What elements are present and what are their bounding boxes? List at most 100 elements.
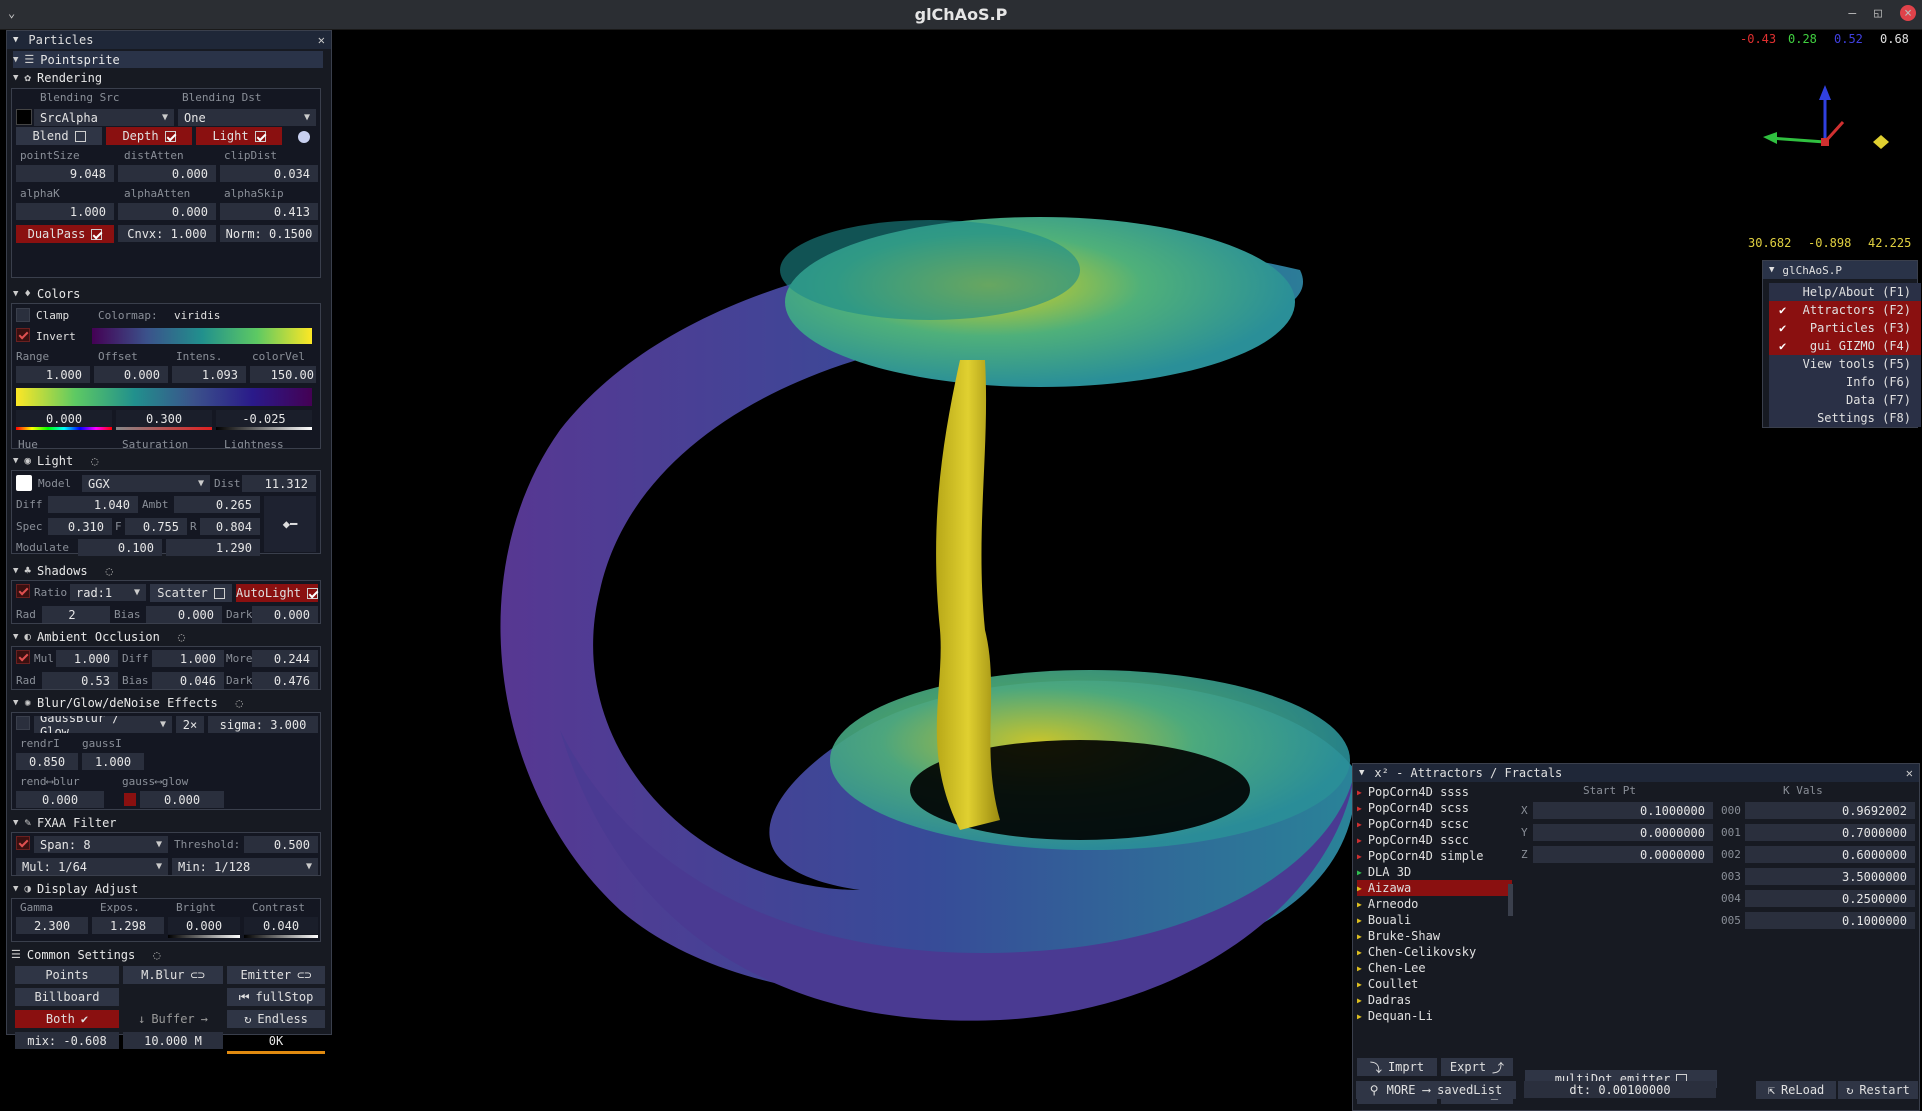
f-field[interactable]: 0.755 xyxy=(125,518,187,535)
menu-item-2[interactable]: ✔ Particles (F3) xyxy=(1769,319,1921,337)
dist-atten-field[interactable]: 0.000 xyxy=(118,165,216,182)
shadows-enable-checkbox[interactable] xyxy=(16,584,30,598)
list-item[interactable]: ▶ Aizawa xyxy=(1357,880,1512,896)
comment-icon[interactable]: ◌ xyxy=(91,454,98,468)
bright-slider-bar[interactable] xyxy=(168,935,240,938)
start-point-field[interactable]: 0.0000000 xyxy=(1533,824,1713,841)
ao-more-field[interactable]: 0.244 xyxy=(252,650,318,667)
menu-item-3[interactable]: ✔ gui GIZMO (F4) xyxy=(1769,337,1921,355)
list-item[interactable]: ▶ PopCorn4D sscc xyxy=(1357,832,1512,848)
list-item[interactable]: ▶ PopCorn4D simple xyxy=(1357,848,1512,864)
k-value-field[interactable]: 0.2500000 xyxy=(1745,890,1915,907)
menu-item-7[interactable]: Settings (F8) xyxy=(1769,409,1921,427)
cnvx-field[interactable]: Cnvx: 1.000 xyxy=(118,225,216,242)
depth-checkbox[interactable] xyxy=(164,130,176,142)
list-item[interactable]: ▶ Chen-Lee xyxy=(1357,960,1512,976)
menu-item-6[interactable]: Data (F7) xyxy=(1769,391,1921,409)
mul-select[interactable]: Mul: 1/64 xyxy=(16,858,168,875)
ratio-select[interactable]: rad:1 xyxy=(70,584,146,601)
ao-rad-field[interactable]: 0.53 xyxy=(42,672,118,689)
ao-dark-field[interactable]: 0.476 xyxy=(252,672,318,689)
ao-bias-field[interactable]: 0.046 xyxy=(152,672,224,689)
blur-mode-select[interactable]: GaussBlur / Glow xyxy=(34,716,172,733)
saturation-field[interactable]: 0.300 xyxy=(116,410,212,427)
close-icon[interactable]: ✕ xyxy=(1906,766,1913,780)
list-item[interactable]: ▶ Arneodo xyxy=(1357,896,1512,912)
list-item[interactable]: ▶ Dadras xyxy=(1357,992,1512,1008)
restore-icon[interactable]: ◱ xyxy=(1874,6,1882,21)
list-item[interactable]: ▶ Bruke-Shaw xyxy=(1357,928,1512,944)
section-display-adjust[interactable]: ▼ ◑ Display Adjust xyxy=(13,880,323,897)
colormap-preview-bar[interactable] xyxy=(92,328,312,344)
section-ambient-occlusion[interactable]: ▼ ◐ Ambient Occlusion ◌ xyxy=(13,628,323,645)
list-item[interactable]: ▶ Coullet xyxy=(1357,976,1512,992)
fxaa-enable-checkbox[interactable] xyxy=(16,836,30,850)
more-savedlist-button[interactable]: ⚲ MORE ⟶ savedList xyxy=(1356,1081,1516,1099)
shadow-rad-field[interactable]: 2 xyxy=(42,606,110,623)
particles-header[interactable]: ▼ Particles ✕ xyxy=(7,31,331,49)
light-checkbox[interactable] xyxy=(254,130,266,142)
menu-item-4[interactable]: View tools (F5) xyxy=(1769,355,1921,373)
emitter-button[interactable]: Emitter ⊂⊃ xyxy=(227,966,325,984)
color-vel-field[interactable]: 150.00 xyxy=(250,366,316,383)
comment-icon[interactable]: ◌ xyxy=(236,696,243,710)
render-viewport[interactable]: -0.43 0.28 0.52 0.68 30.682 -0.898 42.22… xyxy=(0,30,1922,1111)
list-item[interactable]: ▶ PopCorn4D scsc xyxy=(1357,816,1512,832)
dist-field[interactable]: 11.312 xyxy=(242,475,316,492)
list-item[interactable]: ▶ PopCorn4D scss xyxy=(1357,800,1512,816)
close-icon[interactable]: × xyxy=(1900,5,1916,21)
lightness-field[interactable]: -0.025 xyxy=(216,410,312,427)
window-menu-icon[interactable]: ⌄ xyxy=(8,6,15,20)
section-shadows[interactable]: ▼ ♣ Shadows ◌ xyxy=(13,562,323,579)
shadow-bias-field[interactable]: 0.000 xyxy=(146,606,222,623)
rend-blur-field[interactable]: 0.000 xyxy=(16,791,104,808)
fullstop-button[interactable]: ⏮ fullStop xyxy=(227,988,325,1006)
section-colors[interactable]: ▼ ♦ Colors xyxy=(13,285,323,302)
hue-field[interactable]: 0.000 xyxy=(16,410,112,427)
list-item[interactable]: ▶ Bouali xyxy=(1357,912,1512,928)
gauss-i-field[interactable]: 1.000 xyxy=(82,753,144,770)
light-radio-icon[interactable] xyxy=(298,131,310,143)
section-blur-glow[interactable]: ▼ ✺ Blur/Glow/deNoise Effects ◌ xyxy=(13,694,323,711)
r-field[interactable]: 0.804 xyxy=(200,518,260,535)
section-rendering[interactable]: ▼ ✿ Rendering xyxy=(13,69,323,86)
particle-count-field[interactable]: 10.000 M xyxy=(123,1032,223,1049)
hue-slider-bar[interactable] xyxy=(16,427,112,430)
dualpass-checkbox[interactable] xyxy=(91,228,103,240)
list-item[interactable]: ▶ PopCorn4D ssss xyxy=(1357,784,1512,800)
autolight-toggle[interactable]: AutoLight xyxy=(236,584,318,602)
blend-checkbox[interactable] xyxy=(74,130,86,142)
list-scrollbar[interactable] xyxy=(1508,884,1513,916)
ao-mul-field[interactable]: 1.000 xyxy=(56,650,118,667)
autolight-checkbox[interactable] xyxy=(307,587,318,599)
point-size-field[interactable]: 9.048 xyxy=(16,165,114,182)
colormap-gradient-bar[interactable] xyxy=(16,388,312,406)
attractors-header[interactable]: ▼ x² - Attractors / Fractals ✕ xyxy=(1353,764,1919,782)
restart-button[interactable]: ↻ Restart xyxy=(1838,1081,1918,1099)
k-value-field[interactable]: 0.7000000 xyxy=(1745,824,1915,841)
range-field[interactable]: 1.000 xyxy=(16,366,90,383)
menu-item-5[interactable]: Info (F6) xyxy=(1769,373,1921,391)
reload-button[interactable]: ⇱ ReLoad xyxy=(1756,1081,1836,1099)
alpha-atten-field[interactable]: 0.000 xyxy=(118,203,216,220)
light-color-swatch[interactable] xyxy=(16,475,32,491)
min-select[interactable]: Min: 1/128 xyxy=(172,858,318,875)
bright-field[interactable]: 0.000 xyxy=(168,917,240,934)
blend-toggle[interactable]: Blend xyxy=(16,127,102,145)
minimize-icon[interactable]: – xyxy=(1848,6,1856,21)
expos-field[interactable]: 1.298 xyxy=(92,917,164,934)
blend-dst-select[interactable]: One xyxy=(178,109,316,126)
light-toggle[interactable]: Light xyxy=(196,127,282,145)
sigma-field[interactable]: sigma: 3.000 xyxy=(208,716,318,733)
threshold-field[interactable]: 0.500 xyxy=(244,836,318,853)
offset-field[interactable]: 0.000 xyxy=(94,366,168,383)
light-direction-widget[interactable]: ◆━ xyxy=(264,496,316,552)
modulate-field-2[interactable]: 1.290 xyxy=(166,539,260,556)
model-select[interactable]: GGX xyxy=(82,475,210,492)
both-button[interactable]: Both ✔ xyxy=(15,1010,119,1028)
section-light[interactable]: ▼ ◉ Light ◌ xyxy=(13,452,323,469)
dt-field[interactable]: dt: 0.00100000 xyxy=(1524,1081,1716,1098)
comment-icon[interactable]: ◌ xyxy=(153,948,160,962)
diff-field[interactable]: 1.040 xyxy=(48,496,138,513)
clip-dist-field[interactable]: 0.034 xyxy=(220,165,318,182)
